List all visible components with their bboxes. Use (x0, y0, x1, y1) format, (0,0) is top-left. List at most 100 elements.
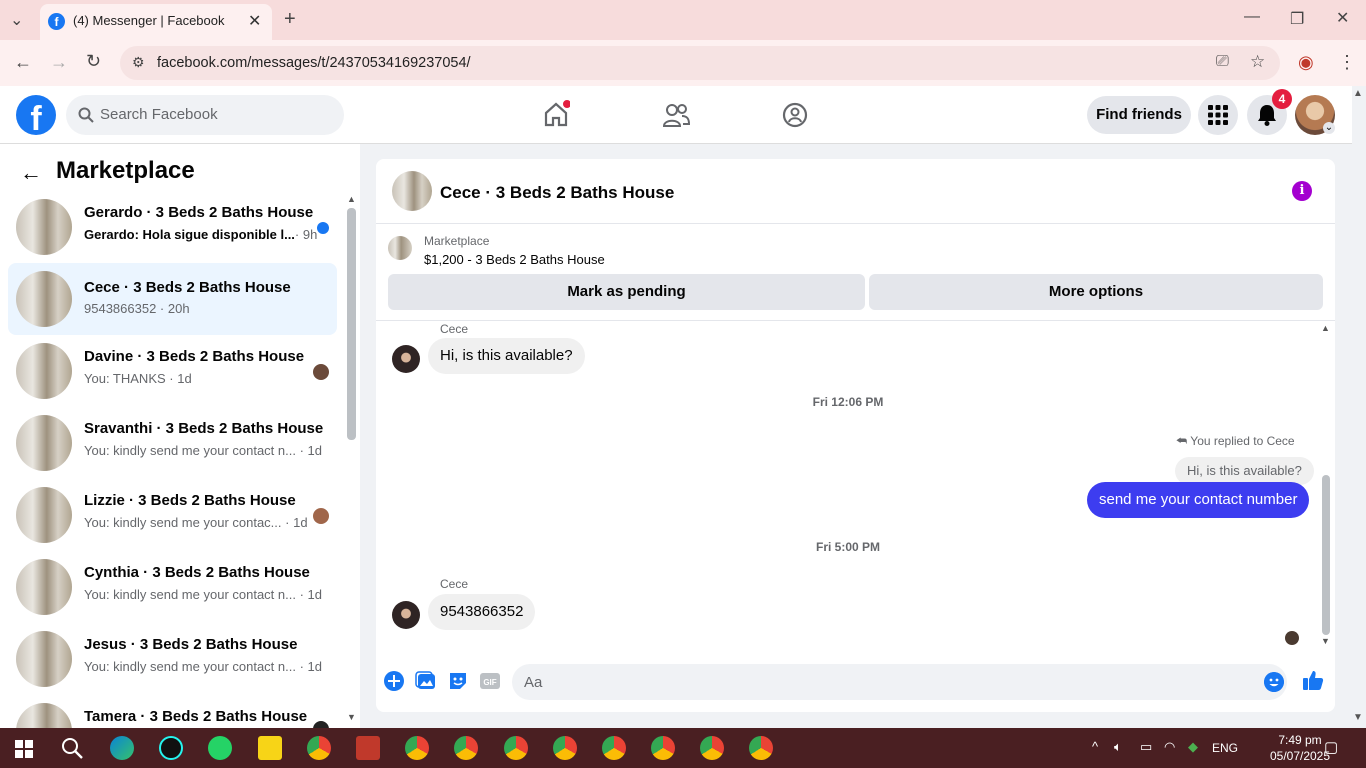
thread-scrollbar[interactable] (1322, 475, 1330, 635)
notification-center-icon[interactable]: ▢ (1324, 738, 1338, 756)
chrome-profile-icon[interactable] (454, 736, 478, 760)
mark-as-pending-button[interactable]: Mark as pending (388, 274, 865, 310)
conversation-name: Lizzie · 3 Beds 2 Baths House (84, 492, 296, 509)
search-bar[interactable]: Search Facebook (66, 95, 344, 135)
minimize-icon[interactable]: — (1244, 8, 1260, 26)
friends-icon[interactable] (662, 102, 690, 128)
incoming-message[interactable]: 9543866352 (428, 594, 536, 630)
thread-scroll-up-icon[interactable]: ▲ (1321, 323, 1330, 333)
chat-title[interactable]: Cece · 3 Beds 2 Baths House (440, 183, 674, 203)
browser-tab[interactable]: f (4) Messenger | Facebook ✕ (40, 4, 272, 40)
outgoing-message[interactable]: send me your contact number (1087, 482, 1310, 518)
conversation-item-jesus[interactable]: Jesus · 3 Beds 2 Baths House You: kindly… (8, 627, 337, 691)
restore-icon[interactable]: ❐ (1290, 9, 1304, 29)
message-input[interactable]: Aa (512, 664, 1287, 700)
bookmark-star-icon[interactable]: ☆ (1250, 52, 1265, 72)
like-thumb-icon[interactable] (1301, 668, 1325, 692)
chrome-profile-icon[interactable] (700, 736, 724, 760)
whatsapp-icon[interactable] (208, 736, 232, 760)
thread-scroll-down-icon[interactable]: ▼ (1321, 636, 1330, 646)
message-thread: Cece Hi, is this available? Fri 12:06 PM… (376, 321, 1335, 651)
windows-start-icon[interactable] (15, 740, 33, 758)
page-scroll-down-icon[interactable]: ▼ (1353, 712, 1363, 723)
timestamp: Fri 12:06 PM (812, 395, 884, 409)
battery-icon[interactable]: ▭ (1140, 739, 1152, 755)
find-friends-button[interactable]: Find friends (1087, 96, 1191, 134)
info-icon[interactable]: i (1292, 181, 1312, 201)
tiktok-icon[interactable] (159, 736, 183, 760)
new-tab-icon[interactable]: + (284, 8, 296, 31)
sticky-notes-icon[interactable] (258, 736, 282, 760)
chat-listing-thumbnail[interactable] (392, 171, 432, 211)
install-app-icon[interactable]: ⎚ (1216, 53, 1229, 71)
photo-icon[interactable] (415, 670, 437, 692)
language-indicator[interactable]: ENG (1212, 741, 1238, 755)
facebook-logo-icon[interactable]: f (16, 95, 56, 138)
chrome-profile-icon[interactable] (405, 736, 429, 760)
listing-thumbnail (16, 631, 72, 687)
plus-icon[interactable] (383, 670, 405, 692)
forward-icon[interactable]: → (50, 52, 68, 73)
listing-price[interactable]: $1,200 - 3 Beds 2 Baths House (424, 252, 605, 267)
site-settings-icon[interactable]: ⚙ (132, 54, 145, 71)
notification-badge: 4 (1272, 89, 1292, 109)
active-app-icon[interactable] (356, 736, 380, 760)
listing-category: Marketplace (424, 234, 490, 248)
conversation-item-cynthia[interactable]: Cynthia · 3 Beds 2 Baths House You: kind… (8, 555, 337, 619)
chrome-profile-icon[interactable] (749, 736, 773, 760)
chevron-up-icon[interactable]: ^ (1092, 739, 1098, 754)
page-scroll-up-icon[interactable]: ▲ (1353, 88, 1363, 99)
chrome-profile-icon[interactable] (602, 736, 626, 760)
more-options-button[interactable]: More options (869, 274, 1323, 310)
search-icon[interactable] (61, 737, 83, 759)
bell-icon (1258, 105, 1276, 126)
sender-avatar[interactable] (392, 345, 420, 373)
tab-list-icon[interactable]: ⌄ (10, 10, 23, 30)
unread-dot-icon (317, 222, 329, 234)
listing-thumbnail (16, 487, 72, 543)
address-bar[interactable]: ⚙ facebook.com/messages/t/24370534169237… (120, 46, 1280, 80)
gif-icon[interactable]: GIF (479, 670, 501, 692)
conversation-item-cece[interactable]: Cece · 3 Beds 2 Baths House 9543866352 ·… (8, 263, 337, 335)
list-scroll-down-icon[interactable]: ▼ (347, 712, 356, 722)
window-close-icon[interactable]: ✕ (1336, 8, 1349, 28)
chrome-icon[interactable] (307, 736, 331, 760)
home-icon[interactable] (542, 100, 570, 128)
clock-time[interactable]: 7:49 pm (1270, 733, 1330, 747)
chrome-profile-icon[interactable] (553, 736, 577, 760)
sticker-icon[interactable] (447, 670, 469, 692)
menu-button[interactable] (1198, 95, 1238, 135)
groups-icon[interactable] (781, 101, 809, 129)
chat-panel: Cece · 3 Beds 2 Baths House i Marketplac… (376, 159, 1335, 712)
chevron-down-icon[interactable]: ⌄ (1323, 122, 1335, 134)
listing-thumbnail (16, 343, 72, 399)
edge-icon[interactable] (110, 736, 134, 760)
seen-avatar (1285, 631, 1299, 645)
reply-arrow-icon: ⮪ (1176, 434, 1188, 448)
conversation-list-scrollbar[interactable] (347, 208, 356, 440)
listing-thumbnail (16, 703, 72, 728)
incoming-message[interactable]: Hi, is this available? (428, 338, 585, 374)
conversation-item-davine[interactable]: Davine · 3 Beds 2 Baths House You: THANK… (8, 339, 337, 403)
emoji-icon[interactable] (1264, 672, 1284, 692)
browser-menu-icon[interactable]: ⋮ (1338, 52, 1356, 73)
quoted-message[interactable]: Hi, is this available? (1175, 457, 1314, 485)
conversation-item-tamera[interactable]: Tamera · 3 Beds 2 Baths House (8, 699, 337, 728)
conversation-item-gerardo[interactable]: Gerardo · 3 Beds 2 Baths House Gerardo: … (8, 195, 337, 259)
listing-thumbnail[interactable] (388, 236, 412, 260)
wifi-icon[interactable]: ◠ (1164, 739, 1175, 755)
conversation-item-lizzie[interactable]: Lizzie · 3 Beds 2 Baths House You: kindl… (8, 483, 337, 547)
volume-icon[interactable]: 🔈︎ (1114, 739, 1122, 755)
list-scroll-up-icon[interactable]: ▲ (347, 194, 356, 204)
conversation-name: Cece · 3 Beds 2 Baths House (84, 279, 291, 296)
security-shield-icon[interactable]: ◆ (1188, 739, 1198, 755)
tab-close-icon[interactable]: ✕ (248, 11, 261, 31)
sender-avatar[interactable] (392, 601, 420, 629)
conversation-item-sravanthi[interactable]: Sravanthi · 3 Beds 2 Baths House You: ki… (8, 411, 337, 475)
chrome-profile-icon[interactable] (504, 736, 528, 760)
profile-icon[interactable]: ◉ (1298, 52, 1314, 73)
reload-icon[interactable]: ↻ (86, 51, 101, 72)
back-icon[interactable]: ← (14, 52, 32, 73)
back-arrow-icon[interactable]: ← (20, 160, 42, 186)
chrome-profile-icon[interactable] (651, 736, 675, 760)
